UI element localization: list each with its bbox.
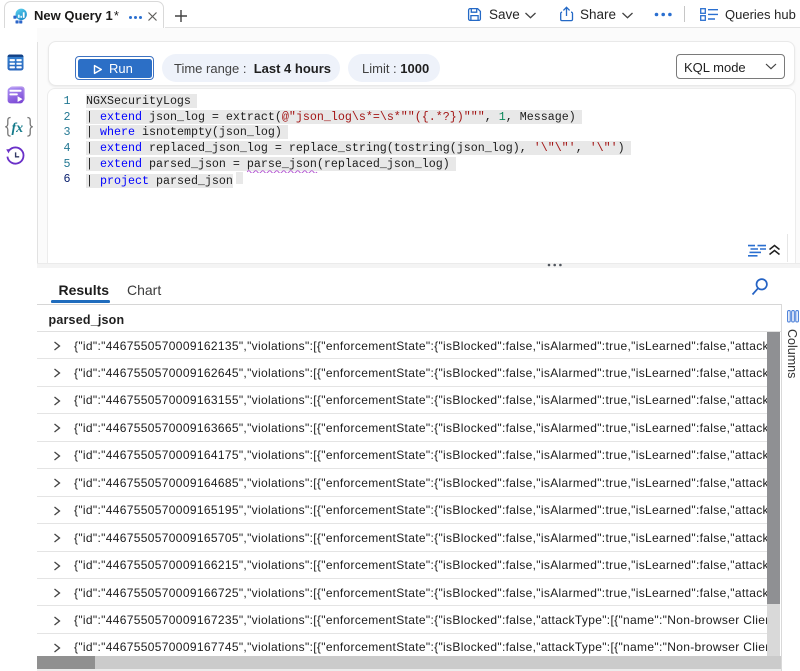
svg-text:fx: fx: [12, 121, 24, 136]
